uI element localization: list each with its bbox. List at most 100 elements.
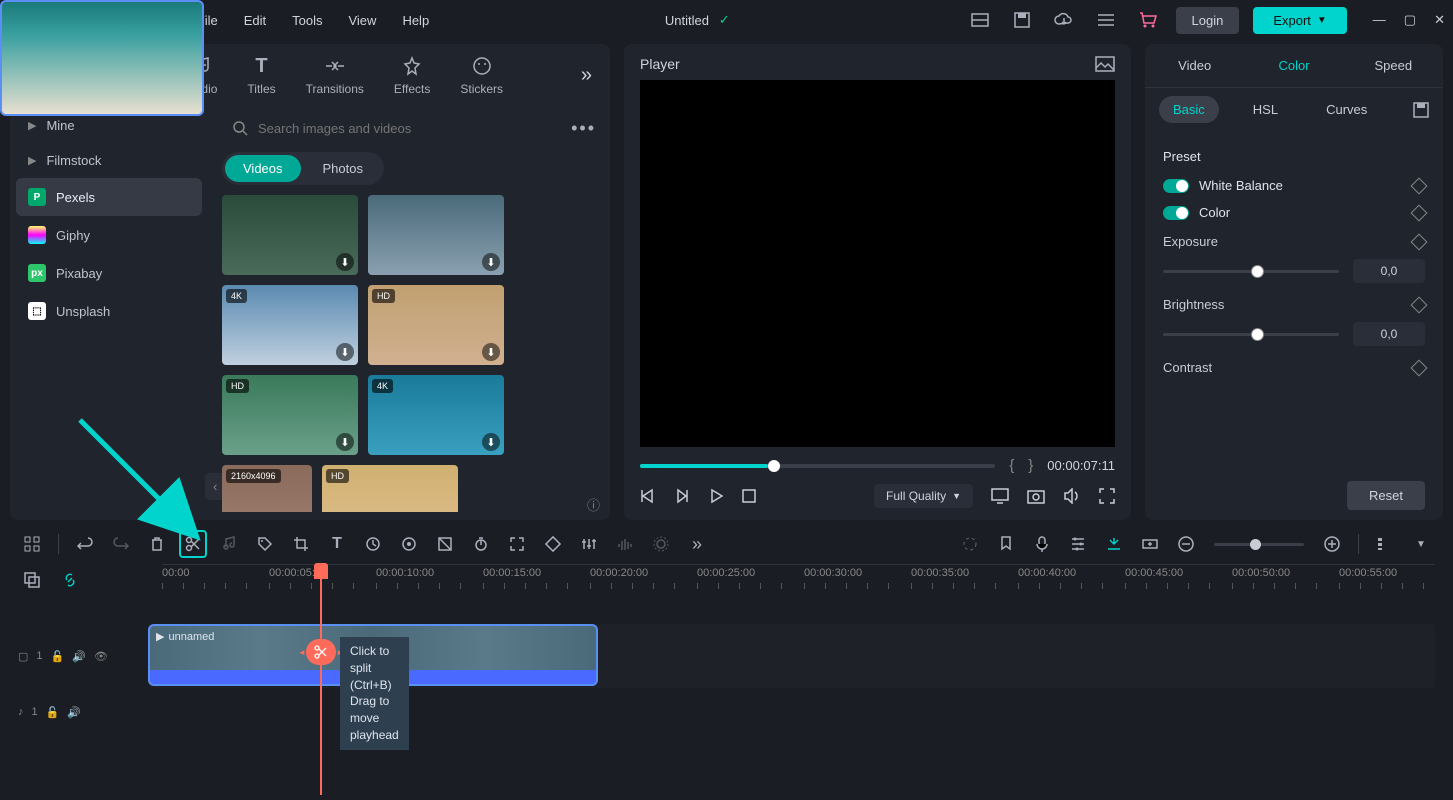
lock-icon[interactable]: 🔓: [51, 650, 65, 663]
keyframe-icon[interactable]: [1411, 204, 1428, 221]
maximize-icon[interactable]: ▢: [1404, 12, 1416, 28]
color-icon[interactable]: [395, 530, 423, 558]
tab-effects[interactable]: Effects: [394, 54, 430, 96]
expand-icon[interactable]: [503, 530, 531, 558]
adjust-icon[interactable]: [575, 530, 603, 558]
menu-help[interactable]: Help: [402, 13, 429, 28]
menu-tools[interactable]: Tools: [292, 13, 322, 28]
source-pexels[interactable]: PPexels: [16, 178, 202, 216]
media-thumb[interactable]: 2160x4096⬇: [222, 465, 312, 512]
close-icon[interactable]: ✕: [1434, 12, 1445, 28]
timeline-layers-icon[interactable]: [18, 566, 46, 594]
download-icon[interactable]: ⬇: [336, 343, 354, 361]
tab-transitions[interactable]: Transitions: [306, 54, 364, 96]
crop-icon[interactable]: [287, 530, 315, 558]
text-icon[interactable]: T: [323, 530, 351, 558]
save-preset-icon[interactable]: [1413, 102, 1429, 118]
brightness-slider[interactable]: [1163, 333, 1339, 336]
voice-icon[interactable]: [647, 530, 675, 558]
tabs-more-icon[interactable]: »: [581, 64, 592, 87]
magnet-icon[interactable]: [1100, 530, 1128, 558]
timeline-ruler[interactable]: Click to split (Ctrl+B) Drag to move pla…: [162, 564, 1435, 596]
prop-tab-video[interactable]: Video: [1145, 44, 1244, 87]
exposure-slider[interactable]: [1163, 270, 1339, 273]
download-icon[interactable]: ⬇: [482, 433, 500, 451]
equalizer-icon[interactable]: [611, 530, 639, 558]
media-thumb[interactable]: HD⬇: [222, 375, 358, 455]
menu-edit[interactable]: Edit: [244, 13, 266, 28]
pill-videos[interactable]: Videos: [225, 155, 301, 182]
quality-dropdown[interactable]: Full Quality▼: [874, 484, 973, 508]
keyframe-icon[interactable]: [1411, 359, 1428, 376]
white-balance-toggle[interactable]: [1163, 179, 1189, 193]
playhead[interactable]: Click to split (Ctrl+B) Drag to move pla…: [320, 565, 322, 795]
monitor-icon[interactable]: [991, 488, 1009, 504]
media-thumb[interactable]: 4K⬇: [222, 285, 358, 365]
delete-icon[interactable]: [143, 530, 171, 558]
cart-icon[interactable]: [1134, 6, 1162, 34]
menu-view[interactable]: View: [348, 13, 376, 28]
tag-icon[interactable]: [251, 530, 279, 558]
subtab-basic[interactable]: Basic: [1159, 96, 1219, 123]
prev-frame-icon[interactable]: [640, 488, 656, 504]
tab-stickers[interactable]: Stickers: [460, 54, 503, 96]
mask-icon[interactable]: [431, 530, 459, 558]
keyframe-icon[interactable]: [1411, 233, 1428, 250]
source-pixabay[interactable]: pxPixabay: [16, 254, 202, 292]
zoom-out-icon[interactable]: [1172, 530, 1200, 558]
redo-icon[interactable]: [107, 530, 135, 558]
progress-bar[interactable]: [640, 464, 995, 468]
mic-icon[interactable]: [1028, 530, 1056, 558]
download-icon[interactable]: ⬇: [482, 343, 500, 361]
keyframe-tool-icon[interactable]: [539, 530, 567, 558]
snapshot-icon[interactable]: [1027, 488, 1045, 504]
fullscreen-icon[interactable]: [1099, 488, 1115, 504]
undo-icon[interactable]: [71, 530, 99, 558]
media-thumb[interactable]: 4K⬇: [368, 375, 504, 455]
player-image-icon[interactable]: [1095, 56, 1115, 72]
music-icon[interactable]: [215, 530, 243, 558]
play-icon[interactable]: [708, 488, 724, 504]
keyframe-icon[interactable]: [1411, 296, 1428, 313]
lock-icon[interactable]: 🔓: [46, 706, 60, 719]
step-back-icon[interactable]: [674, 488, 690, 504]
media-thumb[interactable]: ⬇: [222, 195, 358, 275]
subtab-hsl[interactable]: HSL: [1239, 96, 1292, 123]
export-button[interactable]: Export▼: [1253, 7, 1346, 34]
source-unsplash[interactable]: ⬚Unsplash: [16, 292, 202, 330]
pill-photos[interactable]: Photos: [305, 155, 381, 182]
reset-button[interactable]: Reset: [1347, 481, 1425, 510]
info-icon[interactable]: ⓘ: [587, 495, 600, 514]
source-filmstock[interactable]: ▶Filmstock: [16, 143, 202, 178]
view-mode-icon[interactable]: [1371, 530, 1399, 558]
stop-icon[interactable]: [742, 489, 756, 503]
link-icon[interactable]: [56, 566, 84, 594]
cloud-icon[interactable]: [1050, 6, 1078, 34]
marker-icon[interactable]: [992, 530, 1020, 558]
zoom-slider[interactable]: [1214, 543, 1304, 546]
render-icon[interactable]: [956, 530, 984, 558]
minimize-icon[interactable]: —: [1373, 12, 1386, 28]
add-track-icon[interactable]: [1136, 530, 1164, 558]
mute-icon[interactable]: 🔊: [67, 706, 81, 719]
mixer-icon[interactable]: [1064, 530, 1092, 558]
brightness-value[interactable]: 0,0: [1353, 322, 1425, 346]
keyframe-icon[interactable]: [1411, 177, 1428, 194]
grid-icon[interactable]: [18, 530, 46, 558]
mute-icon[interactable]: 🔊: [72, 650, 86, 663]
tab-titles[interactable]: TTitles: [247, 54, 275, 96]
search-input[interactable]: [258, 121, 551, 136]
list-icon[interactable]: [1092, 6, 1120, 34]
source-giphy[interactable]: Giphy: [16, 216, 202, 254]
layout-icon[interactable]: [966, 6, 994, 34]
prop-tab-color[interactable]: Color: [1244, 44, 1343, 87]
login-button[interactable]: Login: [1176, 7, 1240, 34]
prop-tab-speed[interactable]: Speed: [1344, 44, 1443, 87]
visibility-icon[interactable]: 👁: [94, 650, 108, 663]
split-icon[interactable]: [179, 530, 207, 558]
save-icon[interactable]: [1008, 6, 1036, 34]
download-icon[interactable]: ⬇: [336, 253, 354, 271]
mark-out-icon[interactable]: }: [1028, 457, 1033, 474]
media-thumb[interactable]: HD⬇: [368, 285, 504, 365]
subtab-curves[interactable]: Curves: [1312, 96, 1381, 123]
